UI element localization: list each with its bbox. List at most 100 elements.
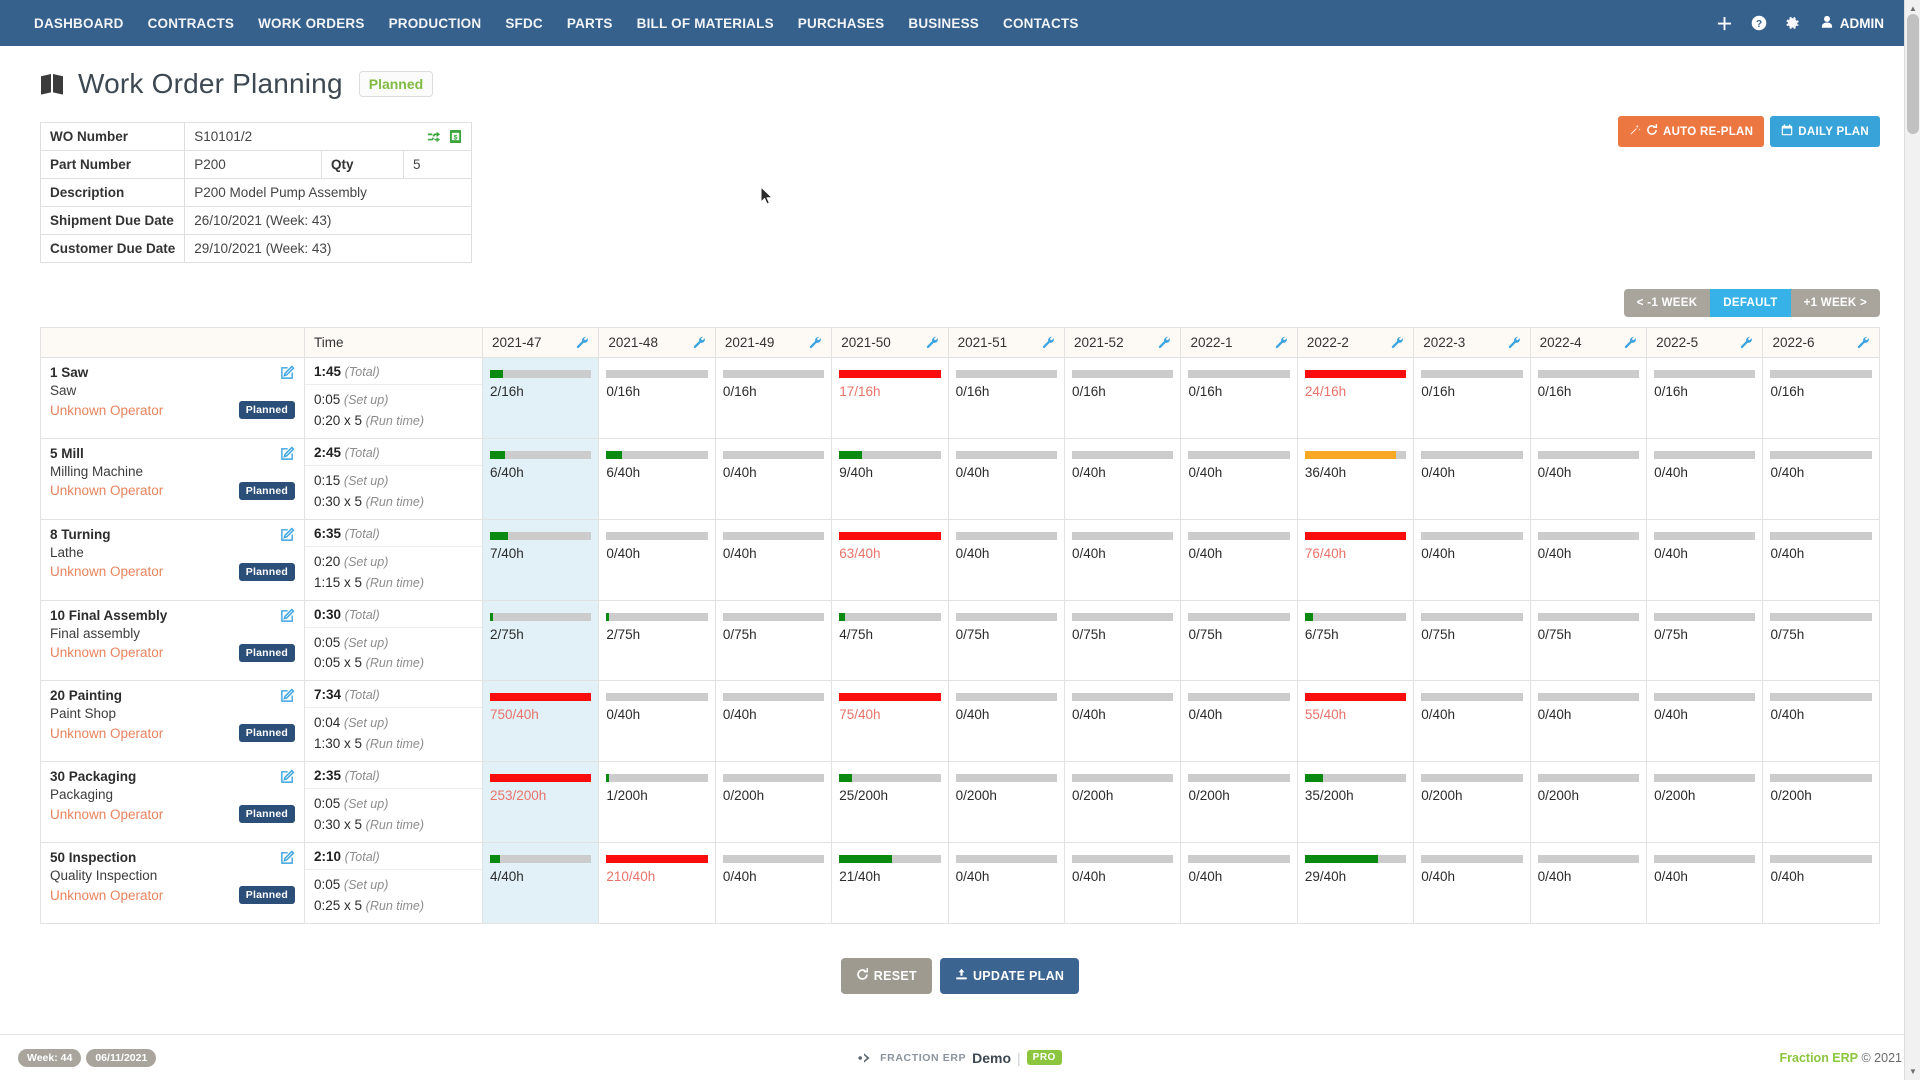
wrench-icon[interactable] [926,336,939,349]
plus-icon[interactable] [1710,8,1740,38]
week-cell[interactable]: 0/75h [1414,600,1530,681]
week-cell[interactable]: 0/75h [1065,600,1181,681]
nav-link-sfdc[interactable]: SFDC [493,10,555,37]
week-cell[interactable]: 0/40h [715,843,831,924]
week-cell[interactable]: 4/75h [832,600,948,681]
scroll-up-arrow[interactable]: ▲ [1909,4,1917,13]
week-cell[interactable]: 6/40h [599,438,715,519]
week-cell[interactable]: 25/200h [832,762,948,843]
week-cell[interactable]: 0/16h [948,358,1064,439]
week-cell[interactable]: 0/75h [1647,600,1763,681]
week-cell[interactable]: 0/40h [1414,681,1530,762]
week-cell[interactable]: 0/40h [1763,681,1880,762]
week-cell[interactable]: 9/40h [832,438,948,519]
wrench-icon[interactable] [1508,336,1521,349]
week-cell[interactable]: 0/40h [1530,519,1646,600]
week-cell[interactable]: 0/40h [1530,681,1646,762]
week-cell[interactable]: 21/40h [832,843,948,924]
operation-operator[interactable]: Unknown Operator [50,807,163,822]
operation-operator[interactable]: Unknown Operator [50,403,163,418]
week-cell[interactable]: 0/40h [1763,843,1880,924]
week-cell[interactable]: 0/40h [1414,519,1530,600]
week-cell[interactable]: 4/40h [483,843,599,924]
nav-link-contacts[interactable]: CONTACTS [991,10,1091,37]
week-cell[interactable]: 0/40h [1763,438,1880,519]
update-plan-button[interactable]: UPDATE PLAN [940,958,1079,994]
auto-replan-button[interactable]: AUTO RE-PLAN [1618,116,1764,147]
week-cell[interactable]: 0/40h [1181,438,1297,519]
nav-link-work-orders[interactable]: WORK ORDERS [246,10,376,37]
week-cell[interactable]: 0/40h [1414,843,1530,924]
week-cell[interactable]: 0/200h [1647,762,1763,843]
week-cell[interactable]: 0/75h [1530,600,1646,681]
week-cell[interactable]: 210/40h [599,843,715,924]
week-cell[interactable]: 750/40h [483,681,599,762]
week-cell[interactable]: 24/16h [1297,358,1413,439]
week-cell[interactable]: 0/40h [715,519,831,600]
week-cell[interactable]: 7/40h [483,519,599,600]
week-cell[interactable]: 0/200h [715,762,831,843]
edit-icon[interactable] [280,608,295,623]
week-cell[interactable]: 0/200h [1530,762,1646,843]
week-cell[interactable]: 0/75h [715,600,831,681]
operation-operator[interactable]: Unknown Operator [50,564,163,579]
week-cell[interactable]: 253/200h [483,762,599,843]
week-cell[interactable]: 76/40h [1297,519,1413,600]
week-cell[interactable]: 0/40h [1065,843,1181,924]
week-cell[interactable]: 0/40h [1065,519,1181,600]
week-cell[interactable]: 63/40h [832,519,948,600]
edit-icon[interactable] [280,769,295,784]
week-cell[interactable]: 0/40h [948,681,1064,762]
operation-operator[interactable]: Unknown Operator [50,726,163,741]
week-cell[interactable]: 0/200h [1414,762,1530,843]
week-cell[interactable]: 0/40h [948,843,1064,924]
wrench-icon[interactable] [1158,336,1171,349]
wrench-icon[interactable] [1740,336,1753,349]
week-cell[interactable]: 2/16h [483,358,599,439]
week-cell[interactable]: 0/40h [1181,519,1297,600]
wrench-icon[interactable] [1275,336,1288,349]
operation-operator[interactable]: Unknown Operator [50,645,163,660]
scrollbar-thumb[interactable] [1907,14,1919,134]
week-cell[interactable]: 17/16h [832,358,948,439]
week-cell[interactable]: 0/75h [948,600,1064,681]
week-cell[interactable]: 0/200h [1763,762,1880,843]
wrench-icon[interactable] [1042,336,1055,349]
week-cell[interactable]: 36/40h [1297,438,1413,519]
edit-icon[interactable] [280,365,295,380]
week-cell[interactable]: 0/16h [1647,358,1763,439]
nav-link-parts[interactable]: PARTS [555,10,625,37]
week-cell[interactable]: 1/200h [599,762,715,843]
week-cell[interactable]: 2/75h [599,600,715,681]
daily-plan-button[interactable]: DAILY PLAN [1770,116,1880,147]
prev-week-button[interactable]: < -1 WEEK [1624,289,1711,317]
week-cell[interactable]: 75/40h [832,681,948,762]
operation-operator[interactable]: Unknown Operator [50,483,163,498]
shuffle-icon[interactable] [427,130,441,144]
week-cell[interactable]: 0/16h [1530,358,1646,439]
week-cell[interactable]: 0/40h [599,681,715,762]
week-cell[interactable]: 0/40h [599,519,715,600]
gear-icon[interactable] [1778,8,1808,38]
edit-icon[interactable] [280,850,295,865]
week-cell[interactable]: 29/40h [1297,843,1413,924]
week-cell[interactable]: 6/40h [483,438,599,519]
week-cell[interactable]: 0/40h [1763,519,1880,600]
week-cell[interactable]: 0/40h [1181,843,1297,924]
nav-link-contracts[interactable]: CONTRACTS [136,10,247,37]
week-cell[interactable]: 0/16h [1763,358,1880,439]
week-cell[interactable]: 0/200h [948,762,1064,843]
wrench-icon[interactable] [693,336,706,349]
week-cell[interactable]: 0/40h [1530,438,1646,519]
week-cell[interactable]: 0/40h [1647,681,1763,762]
page-scrollbar[interactable]: ▲ ▼ [1904,0,1920,1080]
week-cell[interactable]: 0/40h [715,681,831,762]
next-week-button[interactable]: +1 WEEK > [1791,289,1880,317]
nav-link-dashboard[interactable]: DASHBOARD [22,10,136,37]
edit-icon[interactable] [280,446,295,461]
week-cell[interactable]: 0/40h [1065,681,1181,762]
week-cell[interactable]: 0/16h [1065,358,1181,439]
week-cell[interactable]: 0/40h [948,438,1064,519]
nav-link-bill-of-materials[interactable]: BILL OF MATERIALS [625,10,786,37]
week-cell[interactable]: 0/40h [1414,438,1530,519]
